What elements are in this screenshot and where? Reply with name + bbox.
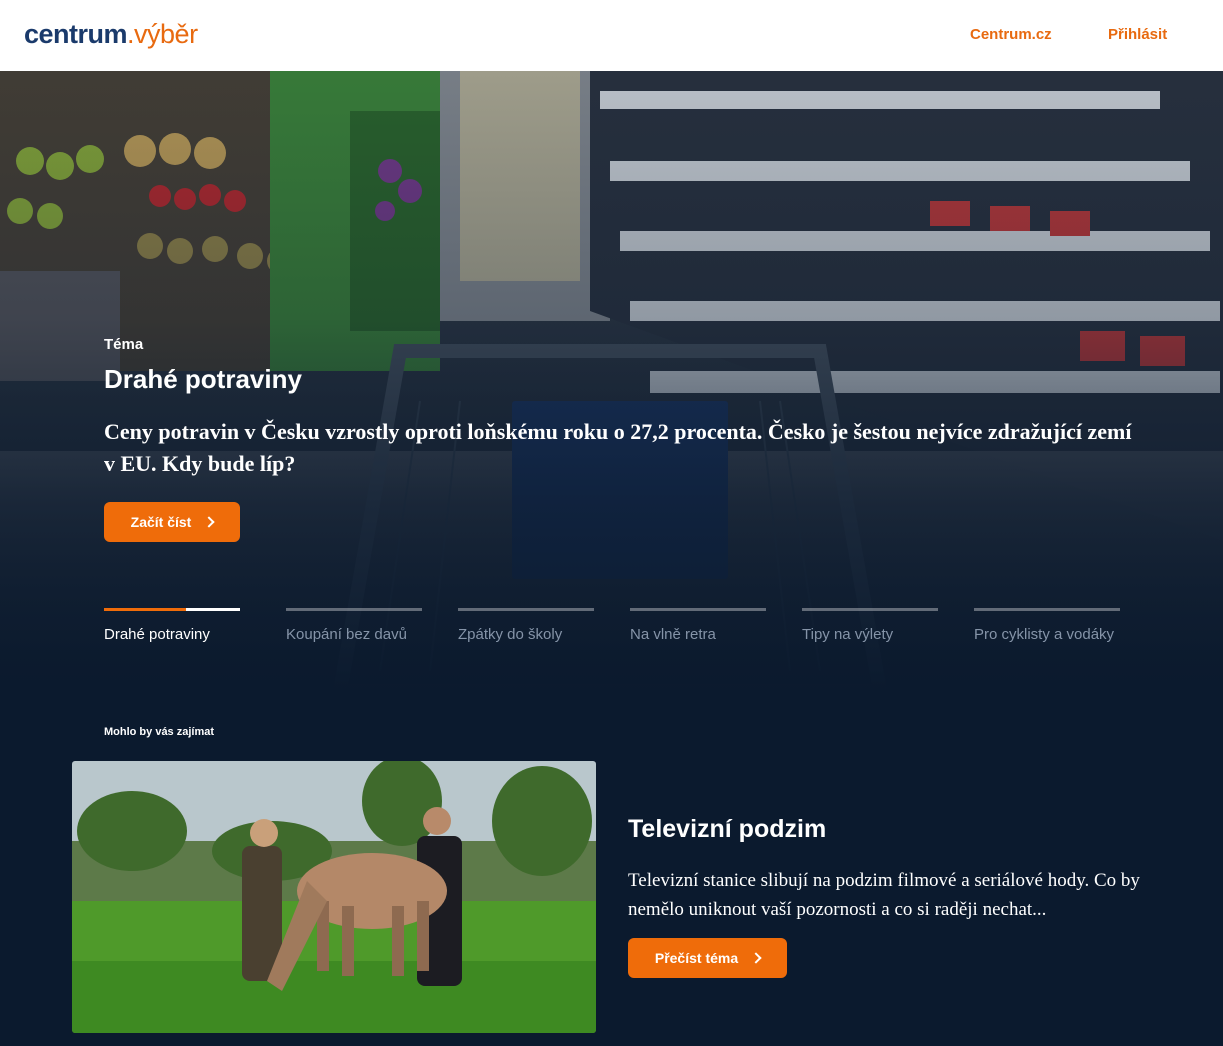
tab-progress-bar <box>630 608 766 611</box>
hero-title: Drahé potraviny <box>104 364 302 394</box>
nav-link-centrum[interactable]: Centrum.cz <box>970 25 1052 45</box>
read-topic-label: Přečíst téma <box>654 950 739 966</box>
tab-label: Tipy na výlety <box>802 626 894 643</box>
tab-drahe-potraviny[interactable]: Drahé potraviny <box>104 608 240 647</box>
tab-na-vlne-retra[interactable]: Na vlně retra <box>630 608 766 647</box>
chevron-right-icon <box>750 952 762 964</box>
hero-section: Téma Drahé potraviny Ceny potravin v Čes… <box>0 71 1223 691</box>
start-reading-label: Začít číst <box>130 514 192 530</box>
recommend-description: Televizní stanice slibují na podzim film… <box>628 870 1140 920</box>
tab-label: Zpátky do školy <box>458 626 563 643</box>
logo[interactable]: centrum.výběr <box>24 17 198 51</box>
tab-label: Drahé potraviny <box>104 626 210 643</box>
tab-label: Pro cyklisty a vodáky <box>974 626 1115 643</box>
tab-progress-bar <box>104 608 240 611</box>
tab-tipy-na-vylety[interactable]: Tipy na výlety <box>802 608 938 647</box>
tab-zpatky-do-skoly[interactable]: Zpátky do školy <box>458 608 594 647</box>
login-link[interactable]: Přihlásit <box>1108 25 1167 45</box>
logo-suffix: .výběr <box>127 19 198 49</box>
start-reading-button[interactable]: Začít číst <box>104 502 240 542</box>
read-topic-button[interactable]: Přečíst téma <box>628 938 787 978</box>
recommend-image[interactable] <box>72 761 596 1033</box>
tab-progress-bar <box>974 608 1120 611</box>
tab-progress-bar <box>458 608 594 611</box>
tab-progress-bar <box>802 608 938 611</box>
section-label: Mohlo by vás zajímat <box>104 726 215 738</box>
horse-meadow-photo <box>72 761 596 1033</box>
site-header: centrum.výběr Centrum.cz Přihlásit <box>0 0 1223 71</box>
hero-kicker: Téma <box>104 336 144 353</box>
recommend-title: Televizní podzim <box>628 815 827 843</box>
tab-progress-bar <box>286 608 422 611</box>
tab-koupani-bez-davu[interactable]: Koupání bez davů <box>286 608 422 647</box>
tab-progress-fill <box>104 608 186 611</box>
tab-label: Koupání bez davů <box>286 626 407 643</box>
tab-label: Na vlně retra <box>630 626 716 643</box>
tab-pro-cyklisty-a-vodaky[interactable]: Pro cyklisty a vodáky <box>974 608 1120 647</box>
hero-description: Ceny potravin v Česku vzrostly oproti lo… <box>104 419 1132 476</box>
logo-brand: centrum <box>24 19 128 49</box>
chevron-right-icon <box>203 516 216 528</box>
